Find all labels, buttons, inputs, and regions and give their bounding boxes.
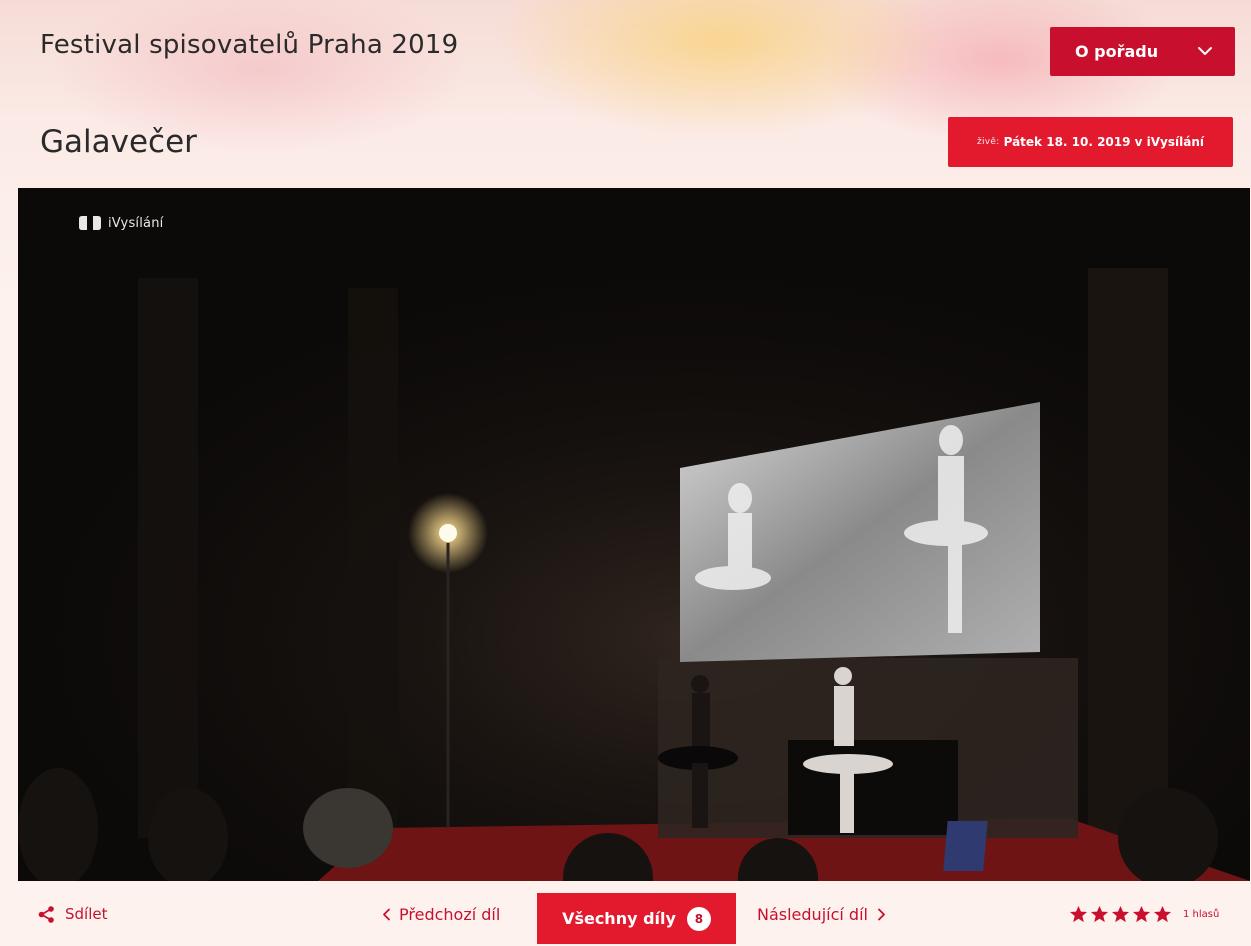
video-player[interactable]: iVysílání bbox=[18, 188, 1250, 881]
previous-episode-link[interactable]: Předchozí díl bbox=[382, 905, 500, 924]
page-header: Festival spisovatelů Praha 2019 O pořadu… bbox=[0, 0, 1251, 188]
next-episode-link[interactable]: Následující díl bbox=[757, 905, 886, 924]
episode-count-badge: 8 bbox=[686, 906, 711, 931]
show-title[interactable]: Festival spisovatelů Praha 2019 bbox=[40, 30, 458, 60]
star-icon[interactable] bbox=[1069, 905, 1088, 924]
previous-episode-label: Předchozí díl bbox=[399, 905, 501, 924]
share-icon bbox=[38, 905, 54, 923]
video-frame bbox=[18, 188, 1250, 881]
all-episodes-label: Všechny díly bbox=[562, 909, 676, 928]
chevron-right-icon bbox=[878, 908, 885, 921]
all-episodes-button[interactable]: Všechny díly 8 bbox=[537, 893, 736, 944]
live-broadcast-label: Pátek 18. 10. 2019 v iVysílání bbox=[1003, 135, 1205, 149]
rating-stars[interactable] bbox=[1069, 905, 1174, 924]
ivysilani-logo: iVysílání bbox=[78, 215, 163, 231]
star-icon[interactable] bbox=[1111, 905, 1130, 924]
logo-text: iVysílání bbox=[108, 215, 164, 231]
star-icon[interactable] bbox=[1132, 905, 1151, 924]
ct-logo-icon bbox=[79, 216, 101, 230]
episode-navigation-bar: Sdílet Předchozí díl Všechny díly 8 Násl… bbox=[0, 881, 1251, 946]
share-button[interactable]: Sdílet bbox=[38, 905, 108, 923]
votes-count: 1 hlasů bbox=[1183, 909, 1220, 920]
rating: 1 hlasů bbox=[1069, 905, 1219, 924]
episode-title: Galavečer bbox=[40, 124, 197, 160]
chevron-down-icon bbox=[1198, 47, 1212, 55]
live-broadcast-button[interactable]: živě: Pátek 18. 10. 2019 v iVysílání bbox=[948, 117, 1233, 167]
chevron-left-icon bbox=[383, 908, 390, 921]
about-show-dropdown-button[interactable]: O pořadu bbox=[1050, 27, 1235, 76]
star-icon[interactable] bbox=[1153, 905, 1172, 924]
next-episode-label: Následující díl bbox=[757, 905, 868, 924]
star-icon[interactable] bbox=[1090, 905, 1109, 924]
live-prefix: živě: bbox=[976, 137, 1000, 147]
about-show-label: O pořadu bbox=[1075, 42, 1159, 61]
share-label: Sdílet bbox=[65, 905, 108, 923]
